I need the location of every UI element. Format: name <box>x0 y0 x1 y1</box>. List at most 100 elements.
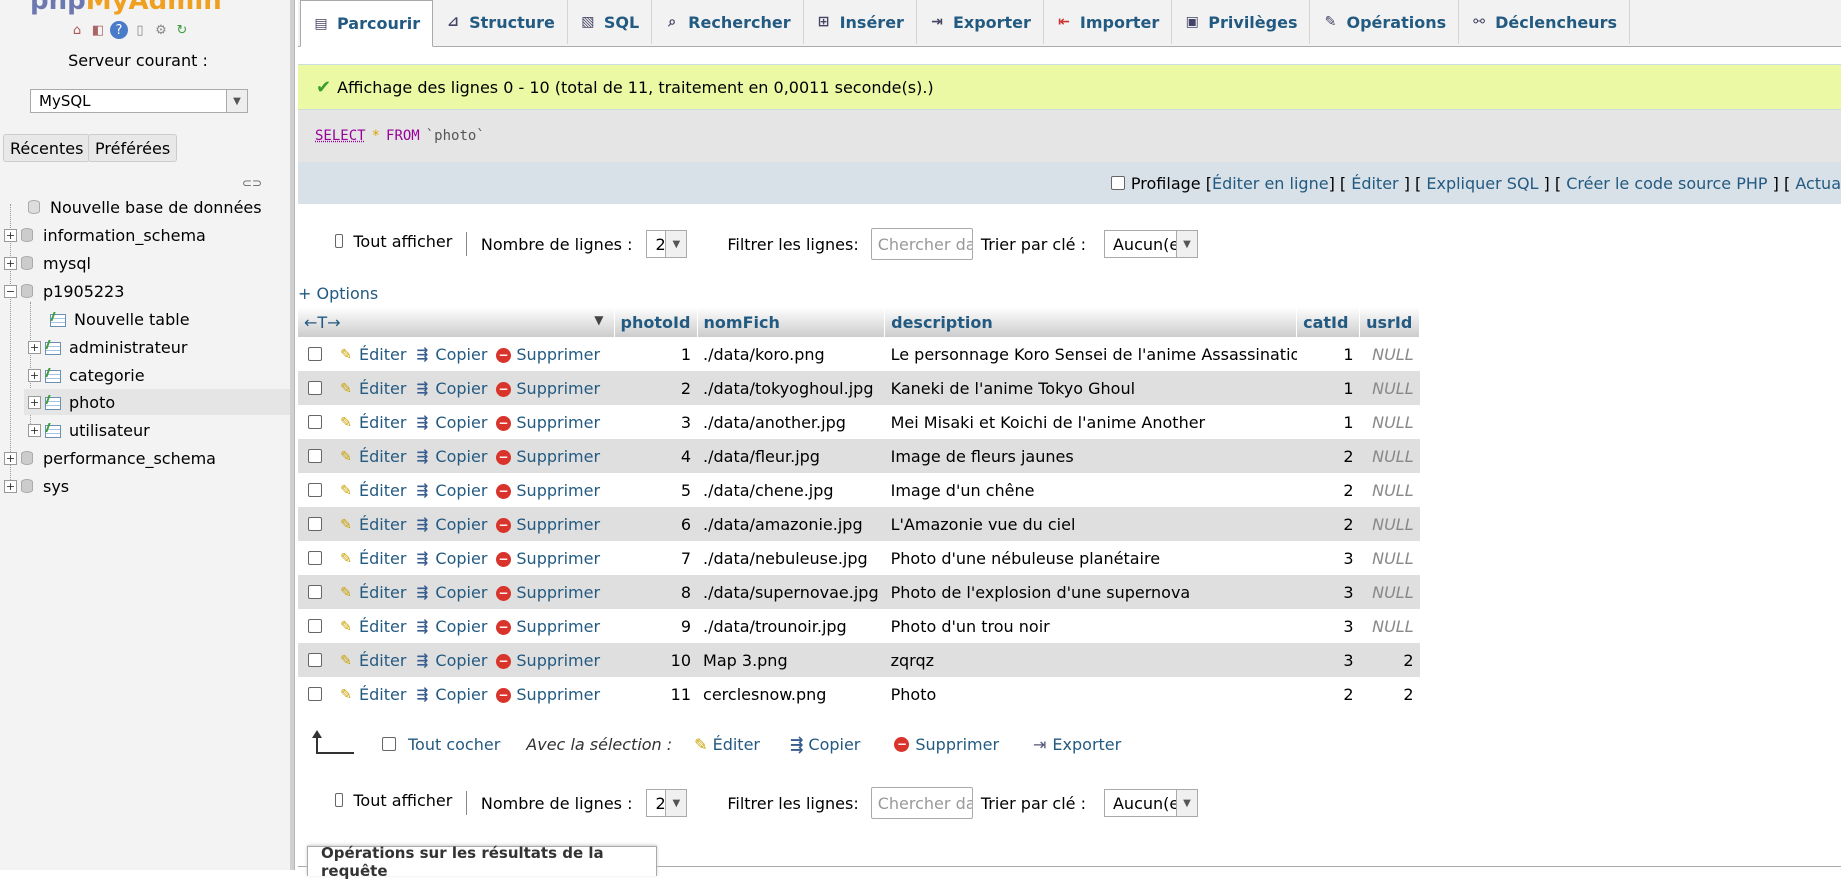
cell-nomfich[interactable]: ./data/amazonie.jpg <box>697 507 885 541</box>
cell-description[interactable]: Kaneki de l'anime Tokyo Ghoul <box>884 371 1297 405</box>
cell-description[interactable]: Mei Misaki et Koichi de l'anime Another <box>884 405 1297 439</box>
cell-nomfich[interactable]: ./data/tokyoghoul.jpg <box>697 371 885 405</box>
sort-key-select[interactable]: Aucun(e) ▼ <box>1103 230 1198 258</box>
cell-nomfich[interactable]: cerclesnow.png <box>697 677 885 711</box>
tree-item-administrateur[interactable]: + administrateur <box>28 334 187 360</box>
row-edit-button[interactable]: ✎ Éditer <box>338 617 406 636</box>
inline-edit-link[interactable]: Éditer en ligne <box>1212 174 1329 193</box>
row-delete-button[interactable]: − Supprimer <box>495 685 600 704</box>
row-edit-button[interactable]: ✎ Éditer <box>338 413 406 432</box>
expand-icon[interactable]: + <box>28 423 41 437</box>
row-delete-button[interactable]: − Supprimer <box>495 617 600 636</box>
check-all-checkbox[interactable] <box>382 737 396 751</box>
tree-item-new-database[interactable]: Nouvelle base de données <box>14 194 262 220</box>
triangle-down-icon[interactable]: ▼ <box>594 313 603 327</box>
bulk-edit-button[interactable]: ✎ Éditer <box>694 735 760 754</box>
filter-rows-input[interactable]: Chercher dans cette table <box>870 228 973 260</box>
cell-description[interactable]: zqrqz <box>884 643 1297 677</box>
cell-catid[interactable]: 3 <box>1296 609 1360 643</box>
cell-description[interactable]: Photo <box>884 677 1297 711</box>
cell-photoid[interactable]: 2 <box>614 371 698 405</box>
cell-catid[interactable]: 1 <box>1296 337 1360 371</box>
row-edit-button[interactable]: ✎ Éditer <box>338 447 406 466</box>
tab-import[interactable]: ⇤ Importer <box>1044 0 1173 44</box>
rows-count-select[interactable]: 25▼ <box>646 789 688 817</box>
cell-usrid[interactable]: NULL <box>1359 405 1420 439</box>
expand-icon[interactable]: + <box>4 228 17 242</box>
row-copy-button[interactable]: ⇶ Copier <box>414 583 488 602</box>
expand-icon[interactable]: + <box>28 395 41 409</box>
cell-usrid[interactable]: 2 <box>1359 643 1420 677</box>
tree-item-mysql[interactable]: + mysql <box>4 250 91 276</box>
tree-item-categorie[interactable]: + categorie <box>28 362 145 388</box>
bulk-delete-button[interactable]: − Supprimer <box>894 735 999 754</box>
tree-item-utilisateur[interactable]: + utilisateur <box>28 417 150 443</box>
cell-photoid[interactable]: 11 <box>614 677 698 711</box>
help-icon[interactable]: ? <box>110 21 128 39</box>
cell-catid[interactable]: 3 <box>1296 541 1360 575</box>
row-checkbox[interactable] <box>308 483 322 498</box>
cell-catid[interactable]: 2 <box>1296 473 1360 507</box>
home-icon[interactable]: ⌂ <box>68 21 86 39</box>
cell-photoid[interactable]: 6 <box>614 507 698 541</box>
sidebar-resize-handle[interactable] <box>290 0 295 870</box>
cell-catid[interactable]: 3 <box>1296 575 1360 609</box>
cell-description[interactable]: Photo de l'explosion d'une supernova <box>884 575 1297 609</box>
row-checkbox[interactable] <box>308 517 322 532</box>
cell-photoid[interactable]: 5 <box>614 473 698 507</box>
cell-usrid[interactable]: NULL <box>1359 507 1420 541</box>
cell-photoid[interactable]: 8 <box>614 575 698 609</box>
cell-description[interactable]: Image d'un chêne <box>884 473 1297 507</box>
cell-photoid[interactable]: 10 <box>614 643 698 677</box>
create-php-code-link[interactable]: Créer le code source PHP <box>1566 174 1767 193</box>
column-header-photoid[interactable]: photoId <box>614 307 698 337</box>
tab-triggers[interactable]: ⚯ Déclencheurs <box>1459 0 1630 44</box>
row-copy-button[interactable]: ⇶ Copier <box>414 379 488 398</box>
phpmyadmin-logo[interactable]: phpMyAdmin <box>30 0 222 16</box>
tree-item-photo[interactable]: + photo <box>24 389 290 415</box>
row-checkbox[interactable] <box>308 585 322 600</box>
cell-nomfich[interactable]: ./data/supernovae.jpg <box>697 575 885 609</box>
row-edit-button[interactable]: ✎ Éditer <box>338 583 406 602</box>
cell-nomfich[interactable]: ./data/nebuleuse.jpg <box>697 541 885 575</box>
column-header-usrid[interactable]: usrId <box>1359 307 1421 337</box>
cell-nomfich[interactable]: ./data/fleur.jpg <box>697 439 885 473</box>
column-header-nomfich[interactable]: nomFich <box>697 307 886 337</box>
favorite-tables-button[interactable]: Préférées <box>88 134 178 162</box>
collapse-icon[interactable]: − <box>4 284 17 298</box>
tree-item-performance-schema[interactable]: + performance_schema <box>4 445 216 471</box>
cell-nomfich[interactable]: ./data/koro.png <box>697 337 885 371</box>
row-delete-button[interactable]: − Supprimer <box>495 345 600 364</box>
cell-description[interactable]: Photo d'une nébuleuse planétaire <box>884 541 1297 575</box>
tab-export[interactable]: ⇥ Exporter <box>917 0 1044 44</box>
expand-icon[interactable]: + <box>4 479 17 493</box>
cell-catid[interactable]: 2 <box>1296 507 1360 541</box>
cell-catid[interactable]: 2 <box>1296 677 1360 711</box>
row-edit-button[interactable]: ✎ Éditer <box>338 685 406 704</box>
profiling-checkbox[interactable] <box>1110 176 1125 190</box>
cell-usrid[interactable]: NULL <box>1359 371 1420 405</box>
row-delete-button[interactable]: − Supprimer <box>495 549 600 568</box>
cell-usrid[interactable]: 2 <box>1359 677 1420 711</box>
row-copy-button[interactable]: ⇶ Copier <box>414 447 488 466</box>
recent-tables-button[interactable]: Récentes <box>3 134 91 162</box>
cell-description[interactable]: Le personnage Koro Sensei de l'anime Ass… <box>884 337 1297 371</box>
sql-query-box[interactable]: SELECT * FROM `photo` <box>298 110 1841 162</box>
cell-photoid[interactable]: 1 <box>614 337 698 371</box>
query-results-operations-header[interactable]: Opérations sur les résultats de la requê… <box>307 844 657 880</box>
filter-rows-input[interactable]: Chercher dans cette table <box>870 787 973 819</box>
tab-structure[interactable]: ⊿ Structure <box>433 0 568 44</box>
row-copy-button[interactable]: ⇶ Copier <box>414 617 488 636</box>
expand-icon[interactable]: + <box>4 256 17 270</box>
row-copy-button[interactable]: ⇶ Copier <box>414 685 488 704</box>
cell-usrid[interactable]: NULL <box>1359 575 1420 609</box>
reload-icon[interactable]: ↻ <box>173 21 191 39</box>
row-checkbox[interactable] <box>308 653 322 668</box>
row-edit-button[interactable]: ✎ Éditer <box>338 481 406 500</box>
expand-icon[interactable]: + <box>28 340 41 354</box>
link-collapse-icon[interactable]: ⊂⊃ <box>242 176 262 190</box>
cell-catid[interactable]: 1 <box>1296 371 1360 405</box>
tab-sql[interactable]: ▧ SQL <box>568 0 653 44</box>
row-delete-button[interactable]: − Supprimer <box>495 413 600 432</box>
sql-keyword-select[interactable]: SELECT <box>315 128 366 144</box>
